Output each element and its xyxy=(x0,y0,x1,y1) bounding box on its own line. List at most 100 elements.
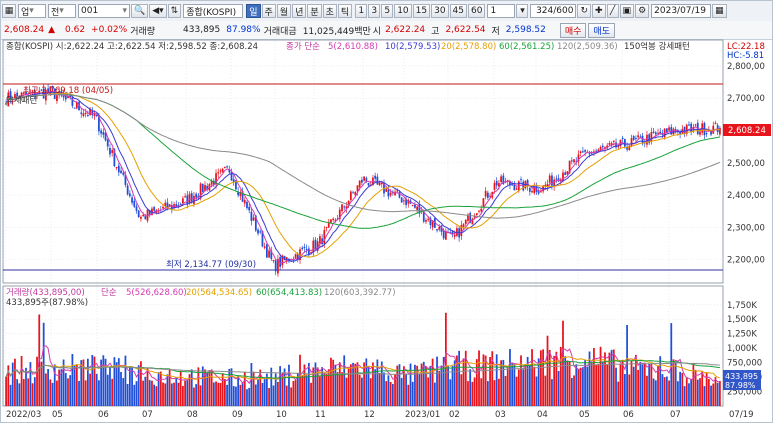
candle-body xyxy=(246,201,248,209)
x-tick-label: 11 xyxy=(315,410,326,420)
candle-body xyxy=(367,182,370,186)
volume-bar xyxy=(575,364,578,406)
volume-bar xyxy=(493,380,496,406)
candle-body xyxy=(548,175,551,183)
sell-button[interactable]: 매도 xyxy=(588,22,615,38)
period-tab-2[interactable]: 월 xyxy=(276,4,292,18)
crosshair-icon[interactable]: ✚ xyxy=(592,4,606,18)
x-tick-label: 09 xyxy=(232,410,243,420)
volume-bar xyxy=(383,372,385,406)
market-select-label: 전 xyxy=(51,7,60,18)
candle-body xyxy=(115,167,118,169)
volume-tag-value: 433,895 xyxy=(725,372,758,381)
volume-bar xyxy=(135,381,138,406)
grid-menu-icon[interactable]: ▦ xyxy=(2,4,16,18)
period-tab-6[interactable]: 틱 xyxy=(337,4,353,18)
volume-bar xyxy=(345,377,348,406)
volume-bar xyxy=(89,373,91,406)
volume-bar xyxy=(685,377,688,406)
buy-button[interactable]: 매수 xyxy=(559,22,587,38)
candle-body xyxy=(486,192,489,198)
unit-input[interactable]: 1 xyxy=(487,4,516,18)
volume-bar xyxy=(80,360,83,406)
period-tab-0[interactable]: 일 xyxy=(246,4,261,18)
volume-bar xyxy=(84,380,87,406)
period-tab-4[interactable]: 분 xyxy=(307,4,322,18)
volume-panel-frame xyxy=(2,285,724,407)
prev-next-icon[interactable]: ⇅ xyxy=(167,4,182,18)
market-select[interactable]: 전 ▾ xyxy=(48,4,76,18)
search-icon[interactable]: 🔍 xyxy=(131,4,149,18)
line-draw-icon[interactable]: ╱ xyxy=(606,4,619,18)
chart-area[interactable]: 종합(KOSPI) 시:2,622.24 고:2,622.54 저:2,598.… xyxy=(1,39,772,422)
candle-body xyxy=(111,150,114,153)
volume-bar xyxy=(517,369,520,406)
period-tab-3[interactable]: 년 xyxy=(292,4,307,18)
candle-body xyxy=(714,122,717,125)
minute-tab-15[interactable]: 15 xyxy=(412,4,431,18)
candle-body xyxy=(352,192,354,194)
save-icon[interactable]: ▣ xyxy=(619,4,635,18)
volume-bar xyxy=(389,381,392,406)
up-arrow-icon: ▲ xyxy=(48,25,55,35)
volume-bar xyxy=(626,324,628,406)
volume-bar xyxy=(623,374,626,406)
volume-bar xyxy=(294,380,297,406)
date-input[interactable]: 2023/07/19 xyxy=(651,4,712,18)
stock-chart-svg[interactable]: 종합(KOSPI) 시:2,622.24 고:2,622.54 저:2,598.… xyxy=(1,39,772,422)
candle-body xyxy=(657,132,659,134)
minute-tab-10[interactable]: 10 xyxy=(394,4,412,18)
candle-body xyxy=(358,180,361,188)
settings-icon[interactable]: ⚙ xyxy=(635,4,650,18)
volume-ma-label: 단순 xyxy=(101,287,117,298)
refresh-icon[interactable]: ↻ xyxy=(577,4,591,18)
calendar-icon[interactable]: ▦ xyxy=(712,4,727,18)
candle-body xyxy=(515,188,518,190)
volume-bar xyxy=(506,367,509,406)
candle-body xyxy=(117,165,120,173)
volume-bar xyxy=(449,379,452,406)
volume-bar xyxy=(590,362,593,406)
minute-tab-30[interactable]: 30 xyxy=(431,4,449,18)
volume-bar xyxy=(215,381,217,406)
volume-bar xyxy=(652,378,655,406)
speaker-icon[interactable]: ◀▾ xyxy=(149,4,167,18)
menu-select[interactable]: 업 ▾ xyxy=(18,4,46,18)
volume-bar xyxy=(635,354,637,406)
volume-bar xyxy=(597,363,600,406)
volume-bar xyxy=(674,362,677,406)
minute-tab-60[interactable]: 60 xyxy=(468,4,486,18)
volume-bar xyxy=(696,379,699,406)
volume-bar xyxy=(599,346,602,406)
volume-ma120-label: 120(603,392.77) xyxy=(324,288,396,298)
volume-bar xyxy=(520,355,522,406)
candle-body xyxy=(376,176,379,185)
candle-body xyxy=(438,226,441,230)
volume-bar xyxy=(414,364,416,406)
volume-bar xyxy=(292,381,295,406)
code-input[interactable]: 001 ▾ xyxy=(78,4,130,18)
count-input[interactable]: 324/600 xyxy=(530,4,577,18)
period-tab-5[interactable]: 초 xyxy=(322,4,337,18)
volume-bar xyxy=(151,380,153,406)
candle-body xyxy=(56,95,58,101)
minute-tab-45[interactable]: 45 xyxy=(449,4,467,18)
open-label: 시 xyxy=(372,26,382,37)
volume-bar xyxy=(703,386,706,406)
candle-body xyxy=(126,185,129,195)
candle-body xyxy=(513,184,516,191)
period-tab-1[interactable]: 주 xyxy=(261,4,276,18)
minute-tab-3[interactable]: 3 xyxy=(368,4,381,18)
candle-body xyxy=(312,240,315,253)
candle-body xyxy=(688,124,690,126)
volume-bar xyxy=(206,373,209,406)
unit-dropdown-icon[interactable]: ▾ xyxy=(516,4,529,18)
volume-bar xyxy=(668,380,670,406)
volume-bar xyxy=(285,385,288,406)
price-value: 2,608.24 xyxy=(4,25,45,35)
candle-body xyxy=(705,133,708,135)
minute-tab-5[interactable]: 5 xyxy=(381,4,394,18)
volume-bar xyxy=(11,362,14,406)
candle-body xyxy=(204,185,206,191)
minute-tab-1[interactable]: 1 xyxy=(355,4,368,18)
